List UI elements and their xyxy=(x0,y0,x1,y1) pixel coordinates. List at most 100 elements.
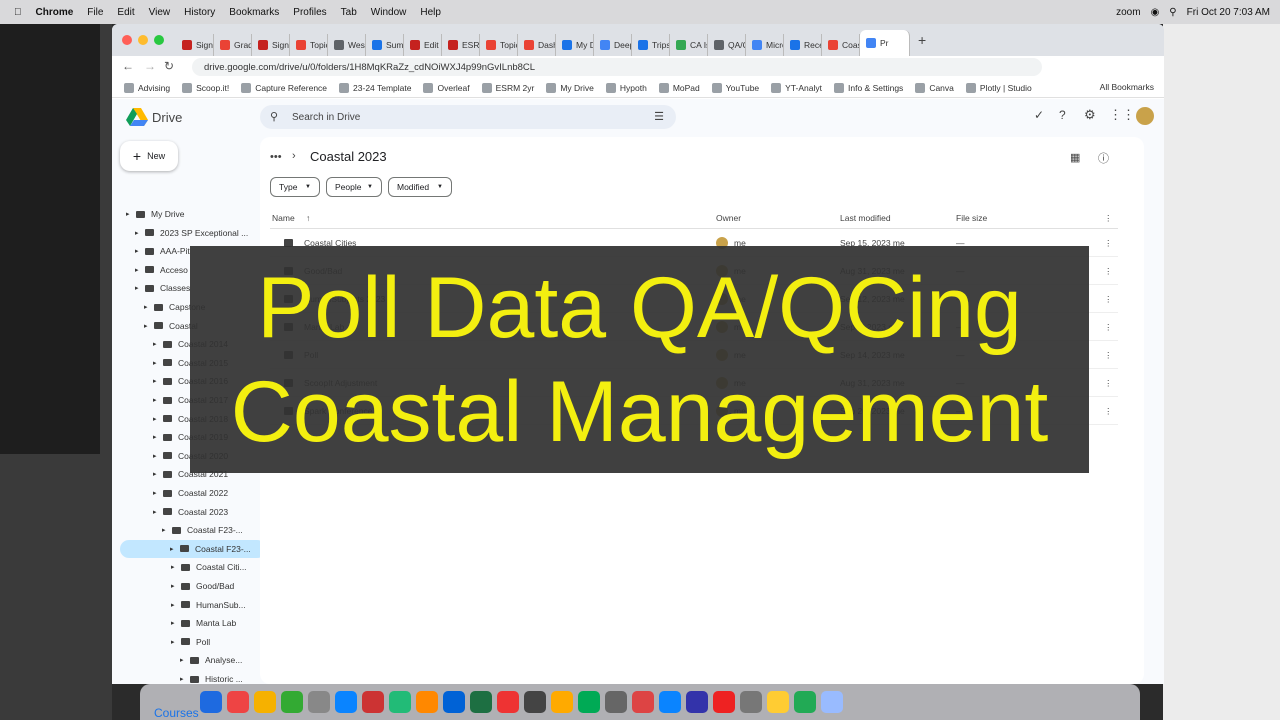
menu-edit[interactable]: Edit xyxy=(117,7,134,18)
bookmark-item[interactable]: MoPad xyxy=(658,82,700,93)
filter-people[interactable]: People ▼ xyxy=(326,177,382,197)
bookmark-item[interactable]: Info & Settings xyxy=(834,82,903,93)
dock-app-icon[interactable] xyxy=(308,691,330,713)
browser-tab[interactable]: Deep xyxy=(594,34,632,56)
menu-view[interactable]: View xyxy=(149,7,171,18)
browser-tab[interactable]: QA/Q xyxy=(708,34,746,56)
caret-icon[interactable]: ▸ xyxy=(171,601,177,609)
dock-app-icon[interactable] xyxy=(416,691,438,713)
sidebar-folder-item[interactable]: ▸ Coastal Citi... xyxy=(112,558,258,576)
sidebar-folder-item[interactable]: ▸ Good/Bad xyxy=(112,577,258,595)
caret-icon[interactable]: ▸ xyxy=(153,396,159,404)
filter-modified[interactable]: Modified ▼ xyxy=(388,177,452,197)
bookmark-item[interactable]: Capture Reference xyxy=(241,82,327,93)
search-icon[interactable]: ⚲ xyxy=(1169,7,1176,18)
dock-app-icon[interactable] xyxy=(227,691,249,713)
column-last-modified[interactable]: Last modified xyxy=(840,207,891,229)
caret-icon[interactable]: ▸ xyxy=(144,303,150,311)
dock-app-icon[interactable] xyxy=(470,691,492,713)
browser-tab[interactable]: Sign I xyxy=(176,34,214,56)
browser-tab[interactable]: Pr xyxy=(860,30,910,56)
offline-status-icon[interactable]: ✓ xyxy=(1034,108,1044,122)
grid-view-icon[interactable]: ▦ xyxy=(1070,151,1080,164)
caret-icon[interactable]: ▸ xyxy=(180,656,186,664)
caret-icon[interactable]: ▸ xyxy=(180,675,186,683)
row-more-icon[interactable]: ⋮ xyxy=(1104,229,1113,257)
browser-tab[interactable]: Edit P xyxy=(404,34,442,56)
sidebar-folder-item[interactable]: ▸ My Drive xyxy=(112,205,258,223)
caret-icon[interactable]: ▸ xyxy=(135,247,141,255)
menu-bookmarks[interactable]: Bookmarks xyxy=(229,7,279,18)
bookmark-item[interactable]: YT-Analyt xyxy=(771,82,822,93)
dock-app-icon[interactable] xyxy=(281,691,303,713)
close-window-button[interactable] xyxy=(122,35,132,45)
bookmark-item[interactable]: Scoop.it! xyxy=(182,82,229,93)
browser-tab[interactable]: Topic xyxy=(290,34,328,56)
dock-app-icon[interactable] xyxy=(254,691,276,713)
maximize-window-button[interactable] xyxy=(154,35,164,45)
new-tab-icon[interactable]: + xyxy=(918,32,926,48)
menu-tab[interactable]: Tab xyxy=(341,7,357,18)
caret-icon[interactable]: ▸ xyxy=(153,470,159,478)
bookmark-item[interactable]: Advising xyxy=(124,82,170,93)
dock-app-icon[interactable] xyxy=(497,691,519,713)
row-more-icon[interactable]: ⋮ xyxy=(1104,369,1113,397)
caret-icon[interactable]: ▸ xyxy=(153,433,159,441)
more-path-icon[interactable]: ••• xyxy=(270,151,282,163)
browser-tab[interactable]: My Dr xyxy=(556,34,594,56)
breadcrumb-current[interactable]: Coastal 2023 xyxy=(310,149,387,164)
dock-app-icon[interactable] xyxy=(794,691,816,713)
caret-icon[interactable]: ▸ xyxy=(153,508,159,516)
dock-app-icon[interactable] xyxy=(578,691,600,713)
caret-icon[interactable]: ▸ xyxy=(170,545,176,553)
caret-icon[interactable]: ▸ xyxy=(153,489,159,497)
caret-icon[interactable]: ▸ xyxy=(171,563,177,571)
apps-grid-icon[interactable]: ⋮⋮ xyxy=(1109,107,1135,123)
column-owner[interactable]: Owner xyxy=(716,207,741,229)
caret-icon[interactable]: ▸ xyxy=(153,340,159,348)
sidebar-folder-item[interactable]: ▸ HumanSub... xyxy=(112,596,258,614)
menu-window[interactable]: Window xyxy=(371,7,407,18)
bookmark-item[interactable]: Plotly | Studio xyxy=(965,82,1032,93)
bookmark-item[interactable]: 23-24 Template xyxy=(339,82,411,93)
browser-tab[interactable]: CA Isl xyxy=(670,34,708,56)
bookmark-item[interactable]: YouTube xyxy=(711,82,759,93)
caret-icon[interactable]: ▸ xyxy=(135,229,141,237)
bookmark-item[interactable]: ESRM 2yr xyxy=(481,82,534,93)
caret-icon[interactable]: ▸ xyxy=(162,526,168,534)
bookmark-item[interactable]: Overleaf xyxy=(423,82,470,93)
sidebar-folder-item[interactable]: ▸ Poll xyxy=(112,633,258,651)
dock-app-icon[interactable] xyxy=(713,691,735,713)
column-file-size[interactable]: File size xyxy=(956,207,987,229)
menu-help[interactable]: Help xyxy=(420,7,441,18)
caret-icon[interactable]: ▸ xyxy=(144,322,150,330)
browser-tab[interactable]: Sign I xyxy=(252,34,290,56)
menu-app-name[interactable]: Chrome xyxy=(36,7,74,18)
dock-app-icon[interactable] xyxy=(740,691,762,713)
browser-tab[interactable]: Micro xyxy=(746,34,784,56)
back-icon[interactable]: ← xyxy=(122,59,134,73)
settings-gear-icon[interactable]: ⚙ xyxy=(1084,107,1096,123)
sidebar-folder-item[interactable]: ▸ Coastal F23-... xyxy=(112,521,258,539)
dock-app-icon[interactable] xyxy=(659,691,681,713)
apple-icon[interactable]:  xyxy=(14,7,22,18)
caret-icon[interactable]: ▸ xyxy=(126,210,132,218)
row-more-icon[interactable]: ⋮ xyxy=(1104,285,1113,313)
dock-app-icon[interactable] xyxy=(335,691,357,713)
drive-logo-text[interactable]: Drive xyxy=(152,110,182,125)
browser-tab[interactable]: Grade xyxy=(214,34,252,56)
dock-app-icon[interactable] xyxy=(389,691,411,713)
caret-icon[interactable]: ▸ xyxy=(153,415,159,423)
menu-history[interactable]: History xyxy=(184,7,215,18)
caret-icon[interactable]: ▸ xyxy=(153,452,159,460)
sidebar-folder-item[interactable]: ▸ Historic ... xyxy=(112,670,258,684)
dock-app-icon[interactable] xyxy=(686,691,708,713)
sidebar-folder-item[interactable]: ▸ Coastal 2022 xyxy=(112,484,258,502)
bookmark-item[interactable]: Canva xyxy=(915,82,954,93)
menu-profiles[interactable]: Profiles xyxy=(293,7,326,18)
row-more-icon[interactable]: ⋮ xyxy=(1104,341,1113,369)
sidebar-folder-item[interactable]: ▸ Analyse... xyxy=(112,651,258,669)
dock-app-icon[interactable] xyxy=(362,691,384,713)
caret-icon[interactable]: ▸ xyxy=(135,266,141,274)
caret-icon[interactable]: ▸ xyxy=(171,619,177,627)
